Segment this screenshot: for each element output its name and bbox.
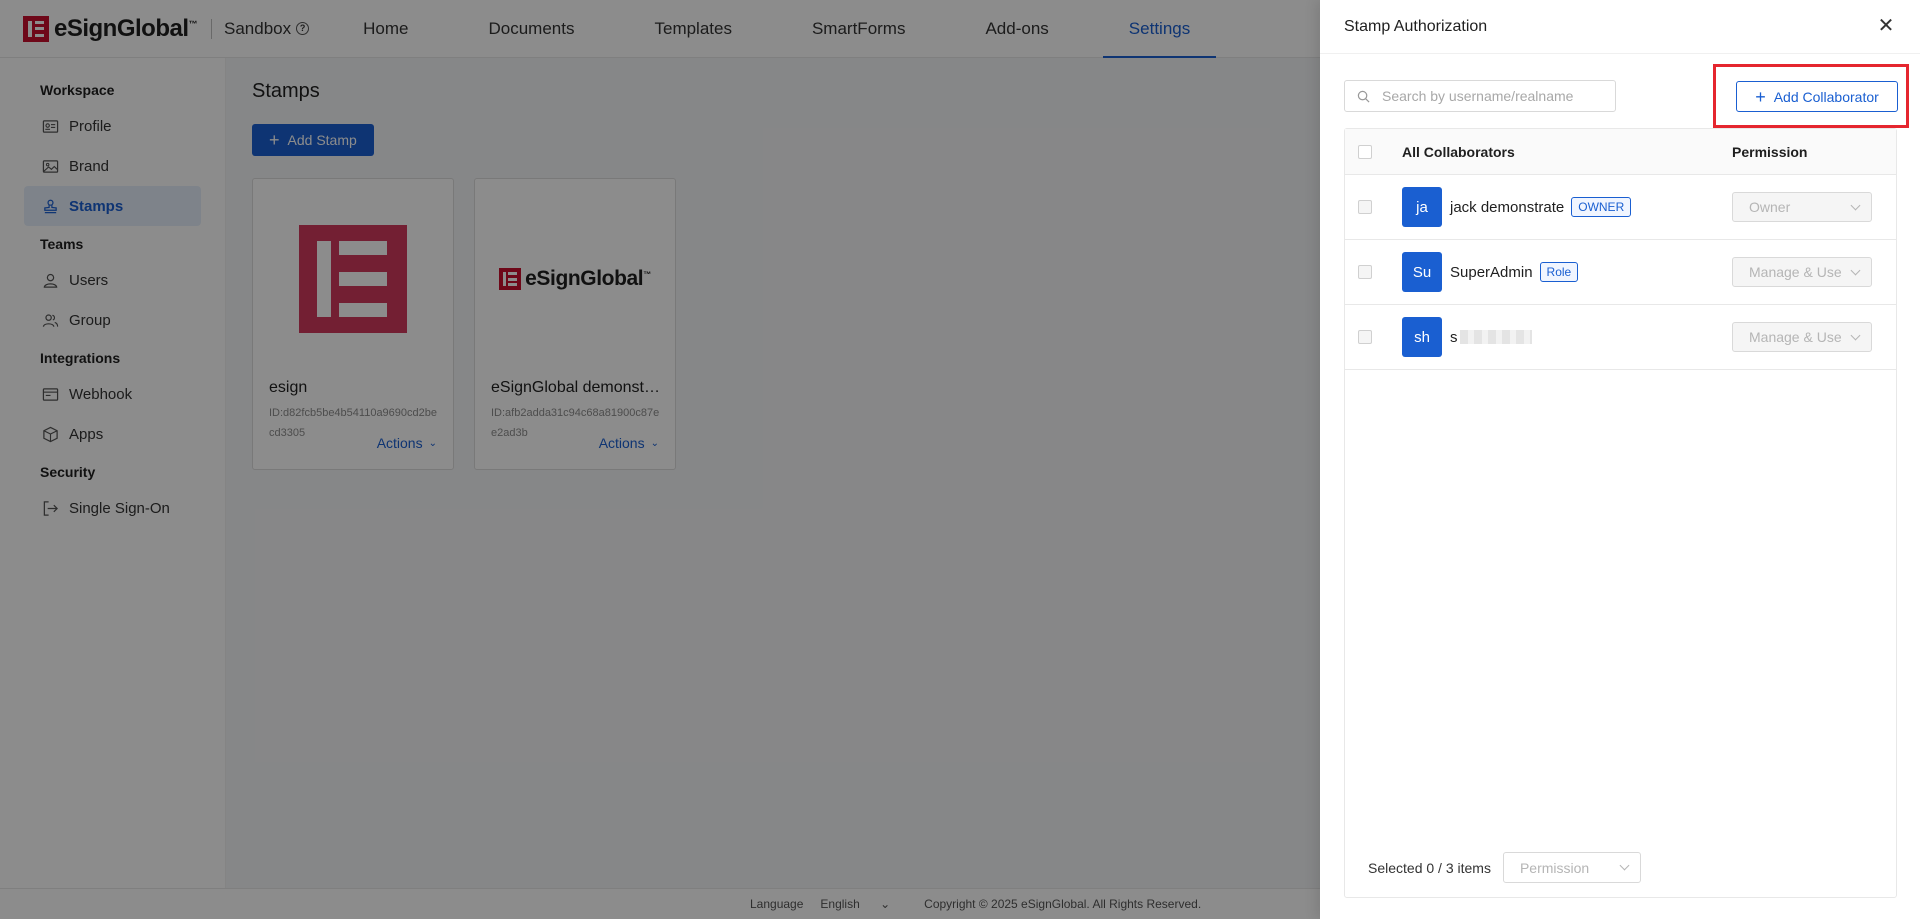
collaborator-name: jack demonstrate [1450,198,1565,216]
row-checkbox[interactable] [1358,200,1372,214]
column-header-permission: Permission [1732,143,1808,160]
redacted-text [1459,330,1532,344]
table-row: ja jack demonstrate OWNER Owner [1345,175,1896,240]
table-row: sh s Manage & Use [1345,305,1896,370]
collaborator-name: s [1450,328,1458,346]
close-icon[interactable]: ✕ [1876,16,1896,36]
drawer-title: Stamp Authorization [1344,17,1488,35]
search-icon [1357,90,1370,102]
add-collaborator-label: Add Collaborator [1773,88,1879,105]
table-row: Su SuperAdmin Role Manage & Use [1345,240,1896,305]
chevron-down-icon [1850,200,1861,211]
table-footer: Selected 0 / 3 items Permission [1344,852,1897,883]
permission-value: Owner [1749,199,1791,215]
permission-select[interactable]: Owner [1732,192,1872,222]
permission-value: Manage & Use [1749,264,1842,280]
permission-select[interactable]: Manage & Use [1732,257,1872,287]
selection-count: Selected 0 / 3 items [1368,859,1491,876]
avatar: ja [1402,187,1442,227]
collaborator-search[interactable] [1344,80,1616,112]
select-all-checkbox[interactable] [1358,144,1372,159]
add-collaborator-button[interactable]: + Add Collaborator [1736,81,1898,112]
avatar: sh [1402,317,1442,357]
column-header-collaborators: All Collaborators [1402,143,1515,160]
owner-badge: OWNER [1571,197,1632,217]
role-badge: Role [1539,262,1579,282]
collaborators-table: All Collaborators Permission ja jack dem… [1344,128,1897,898]
highlight-box: + Add Collaborator [1713,64,1909,128]
row-checkbox[interactable] [1358,265,1372,279]
chevron-down-icon [1850,330,1861,341]
avatar: Su [1402,252,1442,292]
permission-value: Manage & Use [1749,329,1842,345]
plus-icon: + [1755,86,1766,107]
row-checkbox[interactable] [1358,330,1372,344]
bulk-permission-placeholder: Permission [1519,859,1590,876]
chevron-down-icon [1619,860,1630,871]
search-input[interactable] [1382,88,1602,104]
chevron-down-icon [1850,265,1861,276]
stamp-authorization-drawer: Stamp Authorization ✕ + Add Collaborator… [1320,0,1920,919]
bulk-permission-select[interactable]: Permission [1502,852,1641,883]
permission-select[interactable]: Manage & Use [1732,322,1872,352]
drawer-header: Stamp Authorization [1320,0,1920,54]
table-header: All Collaborators Permission [1345,129,1896,175]
collaborator-name: SuperAdmin [1450,263,1533,281]
